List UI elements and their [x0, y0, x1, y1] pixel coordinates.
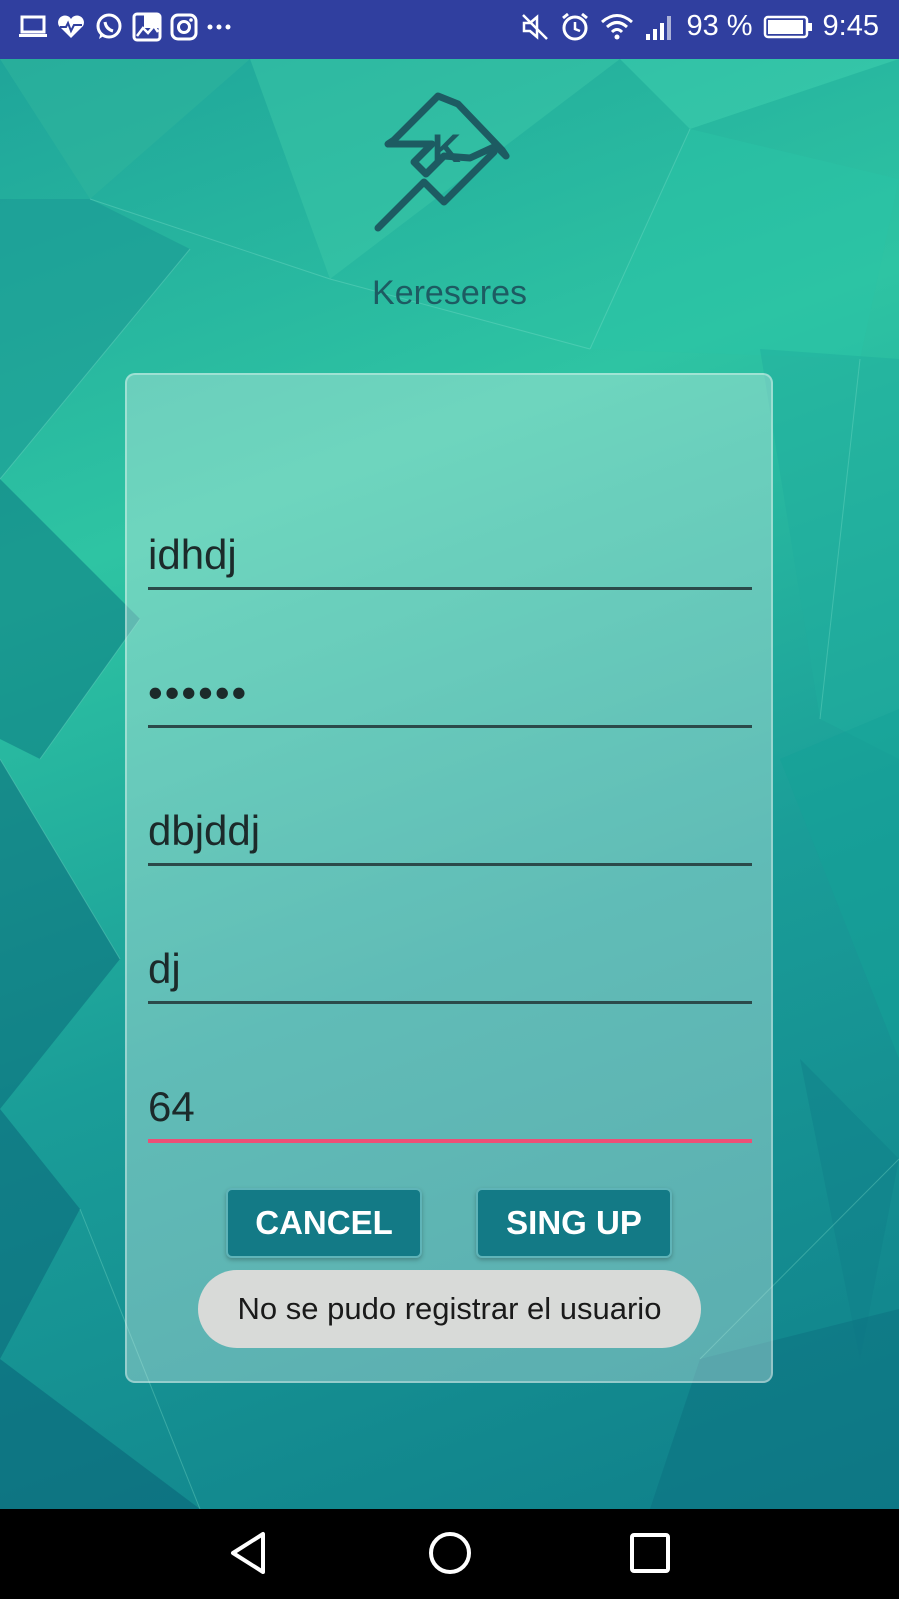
- svg-text:K: K: [432, 127, 461, 171]
- age-field[interactable]: 64: [148, 1069, 752, 1143]
- navigation-bar: [0, 1509, 899, 1599]
- status-bar: 93 % 9:45: [0, 0, 899, 59]
- signal-icon: [644, 12, 676, 42]
- laptop-icon: [18, 14, 48, 40]
- instagram-icon: [170, 13, 198, 41]
- age-value: 64: [148, 1083, 195, 1130]
- name-value: dbjddj: [148, 807, 261, 854]
- lastname-field[interactable]: dj: [148, 931, 752, 1004]
- name-field[interactable]: dbjddj: [148, 793, 752, 866]
- heart-pulse-icon: [56, 14, 86, 40]
- alarm-icon: [560, 12, 590, 42]
- home-icon[interactable]: [426, 1529, 474, 1582]
- clock: 9:45: [822, 10, 879, 42]
- signup-button[interactable]: SING UP: [476, 1188, 672, 1258]
- whatsapp-icon: [94, 12, 124, 42]
- recents-icon[interactable]: [626, 1529, 674, 1582]
- battery-icon: [763, 14, 813, 40]
- app-name: Kereseres: [372, 274, 527, 312]
- gallery-icon: [132, 12, 162, 42]
- lastname-value: dj: [148, 945, 181, 992]
- kereseres-logo: K: [374, 88, 524, 236]
- password-value: ••••••: [148, 669, 249, 716]
- back-icon[interactable]: [225, 1529, 273, 1582]
- battery-percent: 93 %: [686, 10, 753, 42]
- cancel-button[interactable]: CANCEL: [226, 1188, 422, 1258]
- password-field[interactable]: ••••••: [148, 655, 752, 728]
- username-value: idhdj: [148, 531, 237, 578]
- system-status: 93 % 9:45: [520, 10, 879, 43]
- wifi-icon: [600, 12, 634, 42]
- notification-icons: [18, 12, 232, 42]
- error-toast: No se pudo registrar el usuario: [198, 1270, 701, 1348]
- username-field[interactable]: idhdj: [148, 517, 752, 590]
- more-icon: [206, 14, 232, 40]
- mute-icon: [520, 12, 550, 42]
